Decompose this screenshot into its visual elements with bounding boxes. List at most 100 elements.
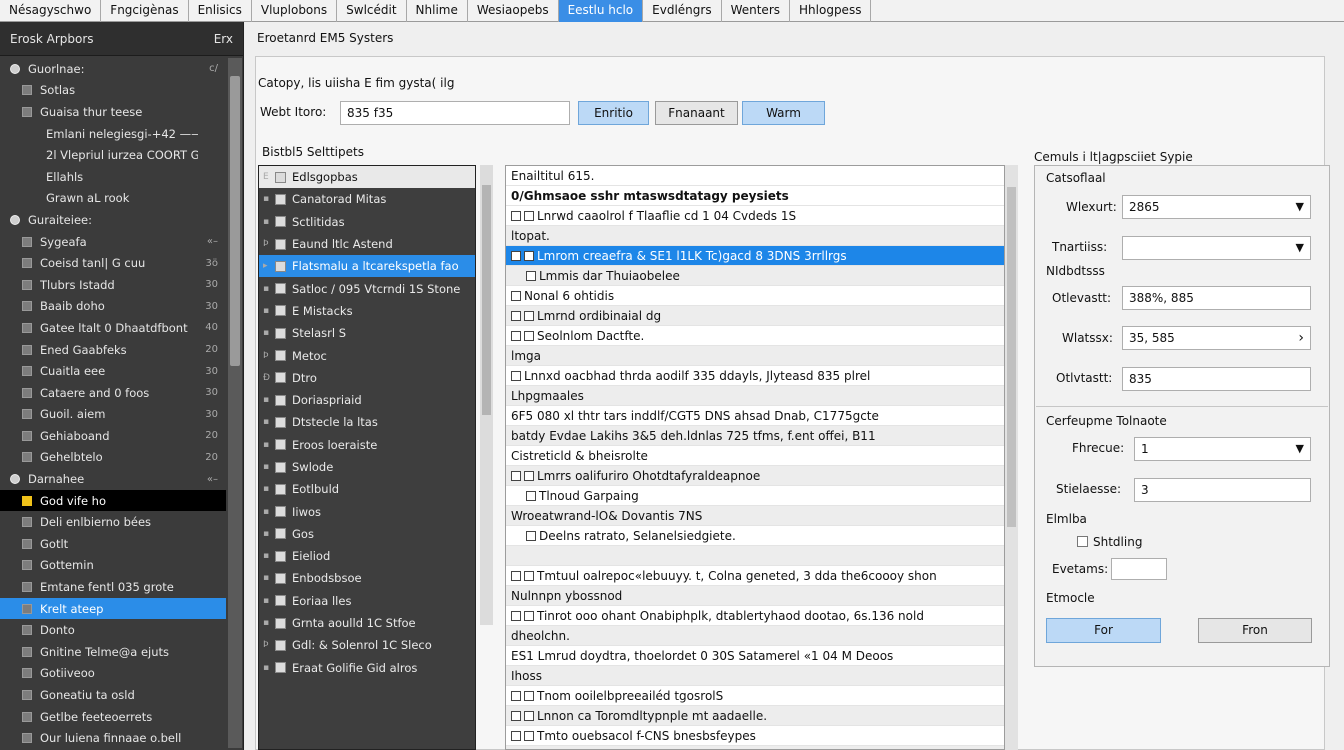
tree-item[interactable]: ▪ Enbodsbsoe [259,567,475,589]
sidebar-item[interactable]: Goneatiu ta osld [0,684,226,706]
filter-input[interactable]: 835 f35 [340,101,570,125]
list-row[interactable] [506,546,1004,566]
list-row[interactable]: Lmrnd ordibinaial dg [506,306,1004,326]
shading-checkbox[interactable] [1077,536,1088,547]
tree-item[interactable]: ▸ Flatsmalu a ltcarekspetla fao [259,255,475,278]
field-8-input[interactable] [1111,558,1167,580]
tree-item[interactable]: ▪ Swlode [259,456,475,478]
sidebar-item[interactable]: Donto [0,619,226,641]
row-checkbox[interactable] [524,330,534,341]
sidebar-item[interactable]: Ened Gaabfeks 20 [0,339,226,361]
row-checkbox[interactable] [524,610,534,621]
filter-reset-button[interactable]: Fnanaant [655,101,738,125]
tab-9[interactable]: Wenters [722,0,791,22]
row-checkbox[interactable] [524,250,534,261]
sidebar-item[interactable]: Darnahee «– [0,468,226,490]
field-4-input[interactable]: 35, 585 › [1122,326,1311,350]
tab-6[interactable]: Wesiaopebs [468,0,559,22]
list-row[interactable]: Nonal 6 ohtidis [506,286,1004,306]
list-row[interactable]: 6F5 080 xl thtr tars inddlf/CGT5 DNS ahs… [506,406,1004,426]
tree-item[interactable]: ▪ Gos [259,523,475,545]
row-checkbox[interactable] [526,270,536,281]
sidebar-item[interactable]: Cataere and 0 foos 30 [0,382,226,404]
expand-arrow-icon[interactable]: Þ [263,640,275,650]
sidebar-item[interactable]: 2l Vlepriul iurzea COORT Gcder [0,144,226,166]
row-checkbox[interactable] [511,210,521,221]
sidebar-item[interactable]: Grawn aL rook [0,188,226,210]
expand-arrow-icon[interactable]: ▪ [263,484,275,494]
tree-item[interactable]: E Edlsgopbas [259,166,475,189]
row-checkbox[interactable] [524,730,534,741]
tab-0[interactable]: Nésagyschwo [0,0,102,22]
row-checkbox[interactable] [511,730,521,741]
list-row[interactable]: Cistreticld & bheisrolte [506,446,1004,466]
list-scrollbar[interactable] [1005,165,1018,750]
row-checkbox[interactable] [524,690,534,701]
tab-7[interactable]: Eestlu hclo [558,0,644,22]
tree-item[interactable]: ▪ Canatorad Mitas [259,188,475,210]
row-checkbox[interactable] [511,470,521,481]
expand-arrow-icon[interactable]: ▪ [263,395,275,405]
sidebar-item[interactable]: Gottemin [0,555,226,577]
list-row[interactable]: Tmtuul oalrepoc«lebuuyy. t, Colna genete… [506,566,1004,586]
sidebar-item[interactable]: Cuaitla eee 30 [0,360,226,382]
list-row[interactable]: dheolchn. [506,626,1004,646]
sidebar-item[interactable]: Baaib doho 30 [0,296,226,318]
tree-item[interactable]: ▪ Eraat Golifie Gid alros [259,657,475,679]
tree-item[interactable]: Þ Gdl: & Solenrol 1C Sleco [259,634,475,656]
expand-arrow-icon[interactable]: ▪ [263,462,275,472]
expand-arrow-icon[interactable]: Þ [263,239,275,249]
sidebar-item[interactable]: Guorlnae: c/ [0,58,226,80]
list-row[interactable]: Tlnoud Garpaing [506,486,1004,506]
sidebar-item[interactable]: Gehelbtelo 20 [0,447,226,469]
list-row[interactable]: batdy Evdae Lakihs 3&5 deh.ldnlas 725 tf… [506,426,1004,446]
list-row[interactable]: Tinrot ooo ohant Onabiphplk, dtablertyha… [506,606,1004,626]
tree-item[interactable]: Þ Eaund ltlc Astend [259,233,475,255]
row-checkbox[interactable] [524,210,534,221]
row-checkbox[interactable] [511,330,521,341]
tab-2[interactable]: Enlisics [189,0,252,22]
list-row[interactable]: Lnrwd caaolrol f Tlaaflie cd 1 04 Cvdeds… [506,206,1004,226]
expand-arrow-icon[interactable]: E [263,172,275,182]
list-row[interactable]: lmga [506,346,1004,366]
field-2-select[interactable]: ▼ [1122,236,1311,260]
expand-arrow-icon[interactable]: ▪ [263,284,275,294]
field-1-select[interactable]: 2865 ▼ [1122,195,1311,219]
row-checkbox[interactable] [511,310,521,321]
row-checkbox[interactable] [524,310,534,321]
tree-item[interactable]: ▪ Sctlitidas [259,211,475,233]
expand-arrow-icon[interactable]: ▪ [263,217,275,227]
sidebar-item[interactable]: Our luiena finnaae o.bell [0,727,226,749]
list-row[interactable]: Wroeatwrand-lO& Dovantis 7NS [506,506,1004,526]
filter-apply-button[interactable]: Enritio [578,101,649,125]
tree-item[interactable]: Þ Metoc [259,344,475,366]
tree-item[interactable]: ▪ Eieliod [259,545,475,567]
sidebar-item[interactable]: Sotlas [0,80,226,102]
tree-item[interactable]: ▪ Doriaspriaid [259,389,475,411]
tab-8[interactable]: Evdléngrs [643,0,722,22]
row-checkbox[interactable] [511,250,521,261]
list-row[interactable]: Deelns ratrato, Selanelsiedgiete. [506,526,1004,546]
sidebar-item[interactable]: Emtane fentl 035 grote [0,576,226,598]
expand-arrow-icon[interactable]: Ð [263,373,275,383]
tab-10[interactable]: Hhlogpess [790,0,872,22]
tree-item[interactable]: ▪ Eroos loeraiste [259,434,475,456]
list-row[interactable]: Nulnnpn ybossnod [506,586,1004,606]
list-scroll-thumb[interactable] [1007,187,1016,527]
list-row[interactable]: Tnom ooilelbpreeailéd tgosrolS [506,686,1004,706]
tree-item[interactable]: ▪ Eoriaa lles [259,590,475,612]
cancel-button[interactable]: Fron [1198,618,1312,643]
list-row[interactable]: Lnnon ca Toromdltypnple mt aadaelle. [506,706,1004,726]
field-5-input[interactable]: 835 [1122,367,1311,391]
expand-arrow-icon[interactable]: ▪ [263,328,275,338]
tree-item[interactable]: ▪ Eotlbuld [259,478,475,500]
sidebar-item[interactable]: Deli enlbierno bées [0,511,226,533]
field-3-input[interactable]: 388%, 885 [1122,286,1311,310]
field-6-select[interactable]: 1 ▼ [1134,437,1311,461]
sidebar-item[interactable]: Guoil. aiem 30 [0,404,226,426]
list-row[interactable]: Seolnlom Dactfte. [506,326,1004,346]
sidebar-item[interactable]: Krelt ateep [0,597,226,620]
filter-warn-button[interactable]: Warm [742,101,825,125]
sidebar-item[interactable]: Ellahls [0,166,226,188]
row-checkbox[interactable] [524,570,534,581]
